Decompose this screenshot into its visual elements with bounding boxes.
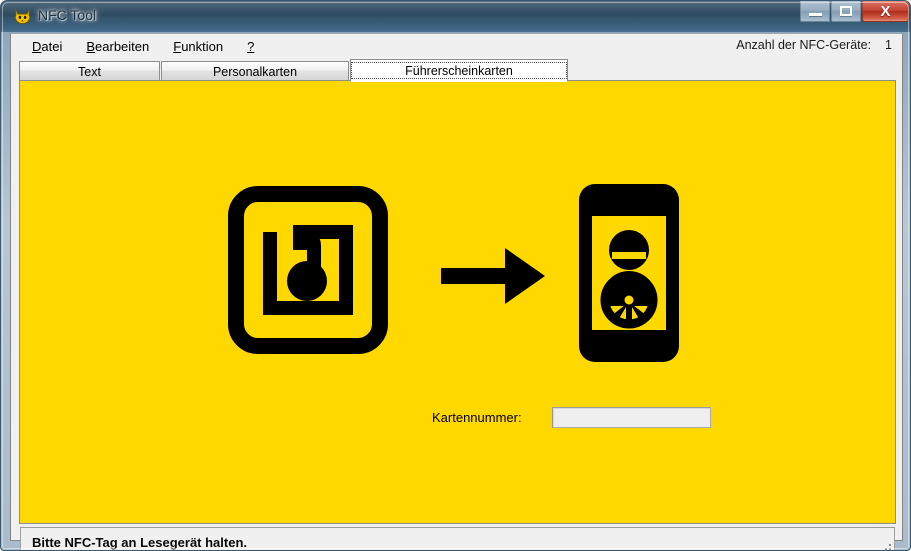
device-count-value: 1 (885, 38, 892, 52)
tab-strip: Text Personalkarten Führerscheinkarten (19, 59, 896, 81)
menu-item-help[interactable]: ? (238, 36, 263, 57)
card-number-label: Kartennummer: (432, 410, 522, 425)
tab-text-label: Text (78, 65, 101, 79)
tab-personalkarten-label: Personalkarten (213, 65, 297, 79)
status-message: Bitte NFC-Tag an Lesegerät halten. (32, 535, 247, 550)
window-title: NFC Tool (38, 7, 96, 23)
tab-personalkarten[interactable]: Personalkarten (161, 61, 349, 81)
nfc-tag-icon (228, 186, 388, 359)
tab-text[interactable]: Text (19, 61, 160, 81)
menu-item-bearbeiten[interactable]: Bearbeiten (77, 36, 158, 57)
menu-item-help-label: ? (247, 39, 254, 54)
maximize-button[interactable] (831, 1, 861, 22)
window-controls: X (800, 1, 909, 23)
application-window: NFC Tool X Datei Bearbeiten Funktion ? A… (0, 0, 911, 551)
menu-item-bearbeiten-label: earbeiten (95, 39, 149, 54)
flow-graphic (20, 186, 896, 366)
tab-fuehrerscheinkarten[interactable]: Führerscheinkarten (350, 59, 568, 82)
title-bar[interactable]: NFC Tool X (1, 1, 911, 32)
menu-item-funktion-label: unktion (181, 39, 223, 54)
fox-head-icon (13, 7, 32, 26)
device-count-label: Anzahl der NFC-Geräte: (736, 38, 871, 52)
card-number-input[interactable] (552, 407, 711, 428)
client-area: Datei Bearbeiten Funktion ? Anzahl der N… (10, 33, 903, 541)
tab-fuehrerscheinkarten-label: Führerscheinkarten (405, 64, 513, 78)
maximize-icon (840, 6, 852, 16)
driver-license-card-icon (577, 182, 681, 369)
status-bar: Bitte NFC-Tag an Lesegerät halten. (20, 527, 895, 551)
minimize-icon (809, 13, 822, 16)
menu-item-funktion[interactable]: Funktion (164, 36, 232, 57)
menu-item-datei-label: atei (41, 39, 62, 54)
minimize-button[interactable] (800, 1, 830, 22)
menu-bar: Datei Bearbeiten Funktion ? Anzahl der N… (11, 34, 902, 58)
resize-grip-icon[interactable] (878, 541, 891, 551)
menu-item-datei[interactable]: Datei (23, 36, 71, 57)
close-button[interactable]: X (862, 1, 909, 22)
tab-page-fuehrerscheinkarten: Kartennummer: (19, 80, 896, 524)
right-arrow-icon (441, 246, 547, 311)
tab-focus-ring: Führerscheinkarten (351, 62, 567, 79)
close-icon: X (880, 4, 890, 19)
device-count: Anzahl der NFC-Geräte: 1 (736, 38, 892, 52)
card-number-row: Kartennummer: (20, 407, 896, 431)
